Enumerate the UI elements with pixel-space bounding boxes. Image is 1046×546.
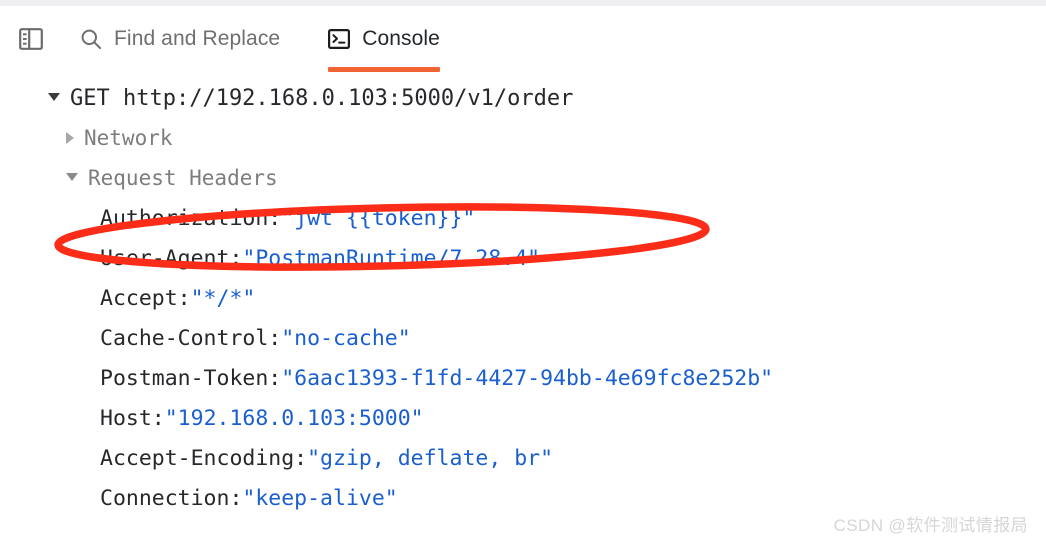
screenshot-root: Find and Replace Console GET http://192.… (0, 0, 1046, 546)
header-key: Connection: (100, 486, 243, 511)
header-key: Accept-Encoding: (100, 446, 308, 471)
header-value: "PostmanRuntime/7.28.4" (242, 246, 541, 271)
header-row[interactable]: Cache-Control: "no-cache" (0, 326, 1046, 366)
header-value: "6aac1393-f1fd-4427-94bb-4e69fc8e252b" (281, 366, 774, 391)
header-row[interactable]: User-Agent: "PostmanRuntime/7.28.4" (0, 246, 1046, 286)
section-network[interactable]: Network (0, 126, 1046, 166)
header-value: "keep-alive" (242, 486, 398, 511)
tab-console[interactable]: Console (328, 16, 440, 72)
find-and-replace-label: Find and Replace (114, 27, 281, 50)
header-key: Accept: (100, 286, 191, 311)
tab-console-label: Console (362, 27, 440, 50)
header-row[interactable]: Host: "192.168.0.103:5000" (0, 406, 1046, 446)
terminal-icon (328, 29, 351, 49)
header-key: Host: (100, 406, 165, 431)
section-network-label: Network (84, 126, 173, 150)
header-value: "no-cache" (281, 326, 411, 351)
caret-down-icon[interactable] (48, 93, 60, 101)
header-row[interactable]: Accept-Encoding: "gzip, deflate, br" (0, 446, 1046, 486)
tab-console-active-indicator (328, 67, 440, 72)
section-request-headers[interactable]: Request Headers (0, 166, 1046, 206)
console-output-panel: GET http://192.168.0.103:5000/v1/order N… (0, 86, 1046, 546)
header-value: "*/*" (190, 286, 256, 311)
caret-down-icon[interactable] (66, 173, 78, 181)
header-key: Postman-Token: (100, 366, 282, 391)
search-icon (80, 28, 102, 50)
find-and-replace-button[interactable]: Find and Replace (80, 16, 280, 62)
header-value: "192.168.0.103:5000" (164, 406, 424, 431)
header-key: Cache-Control: (100, 326, 282, 351)
header-key: User-Agent: (100, 246, 243, 271)
section-request-headers-label: Request Headers (88, 166, 278, 190)
console-toolbar: Find and Replace Console (0, 6, 1046, 72)
header-row[interactable]: Authorization: "jwt {{token}}" (0, 206, 1046, 246)
sidebar-panel-icon[interactable] (16, 24, 46, 54)
caret-right-icon[interactable] (66, 132, 74, 144)
header-row[interactable]: Accept: "*/*" (0, 286, 1046, 326)
request-line-row[interactable]: GET http://192.168.0.103:5000/v1/order (0, 86, 1046, 126)
header-row[interactable]: Postman-Token: "6aac1393-f1fd-4427-94bb-… (0, 366, 1046, 406)
watermark: CSDN @软件测试情报局 (833, 516, 1028, 535)
header-value: "gzip, deflate, br" (307, 446, 554, 471)
header-key: Authorization: (100, 206, 282, 231)
header-value: "jwt {{token}}" (281, 206, 476, 231)
request-line-text: GET http://192.168.0.103:5000/v1/order (70, 86, 574, 111)
